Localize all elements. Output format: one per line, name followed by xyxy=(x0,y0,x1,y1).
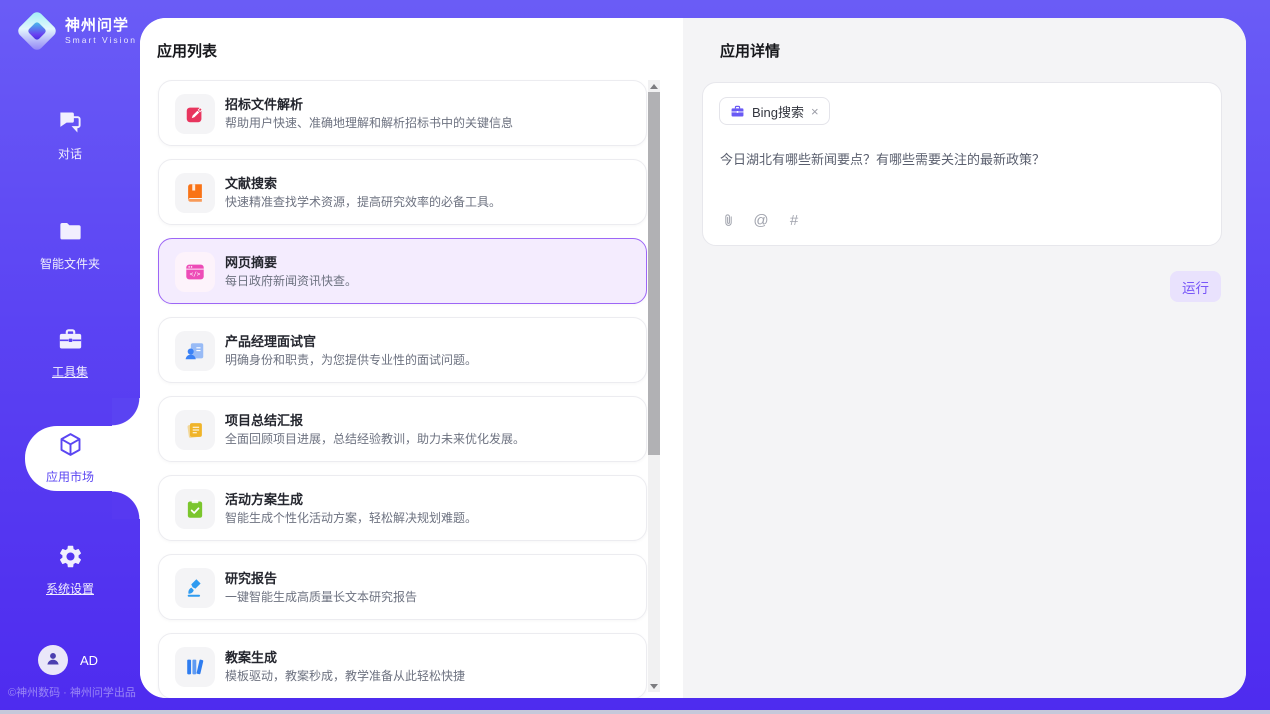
avatar xyxy=(38,645,68,675)
clipboard-check-icon xyxy=(175,489,215,529)
mention-icon[interactable]: @ xyxy=(753,211,769,229)
app-detail-title: 应用详情 xyxy=(720,40,780,61)
query-input[interactable]: 今日湖北有哪些新闻要点？有哪些需要关注的最新政策？ xyxy=(720,149,1206,168)
book-icon xyxy=(175,173,215,213)
app-card-活动方案生成[interactable]: 活动方案生成 智能生成个性化活动方案，轻松解决规划难题。 xyxy=(158,475,647,541)
app-card-产品经理面试官[interactable]: 产品经理面试官 明确身份和职责，为您提供专业性的面试问题。 xyxy=(158,317,647,383)
tool-chip-bing-search[interactable]: Bing搜索 × xyxy=(719,97,830,125)
toolbox-icon xyxy=(57,326,84,353)
scroll-down-arrow-icon[interactable] xyxy=(648,680,660,692)
copyright-footer: ©神州数码 · 神州问学出品 xyxy=(8,684,148,700)
app-detail-panel: 应用详情 Bing搜索 × 今日湖北有哪些新闻要点？有哪些需要关注的最新政策？ … xyxy=(683,18,1246,698)
books-icon xyxy=(175,647,215,687)
tool-chip-label: Bing搜索 xyxy=(752,102,804,121)
window-bottom-edge xyxy=(0,710,1270,714)
sidebar-item-智能文件夹[interactable]: 智能文件夹 xyxy=(0,218,140,272)
sidebar-item-对话[interactable]: 对话 xyxy=(0,108,140,162)
sidebar-item-应用市场[interactable]: 应用市场 xyxy=(0,431,140,485)
app-list-panel: 应用列表 招标文件解析 帮助用户快速、准确地理解和解析招标书中的关键信息 文献搜… xyxy=(140,18,683,698)
person-icon xyxy=(44,649,62,672)
app-card-项目总结汇报[interactable]: 项目总结汇报 全面回顾项目进展，总结经验教训，助力未来优化发展。 xyxy=(158,396,647,462)
sidebar-nav: 对话 智能文件夹 工具集 应用市场 系统设置 xyxy=(0,0,140,714)
app-list: 招标文件解析 帮助用户快速、准确地理解和解析招标书中的关键信息 文献搜索 快速精… xyxy=(158,80,647,698)
cube-icon xyxy=(57,431,84,458)
app-list-scrollbar[interactable] xyxy=(648,80,660,692)
hash-icon[interactable]: # xyxy=(786,211,802,229)
chip-close-icon[interactable]: × xyxy=(811,105,819,118)
notes-icon xyxy=(175,410,215,450)
gear-icon xyxy=(57,543,84,570)
user-account[interactable]: AD xyxy=(0,645,140,675)
svg-text:</>: </> xyxy=(190,271,201,278)
sidebar: 神州问学 Smart Vision 对话 智能文件夹 工具集 应用市场 系统设置… xyxy=(0,0,140,714)
folder-icon xyxy=(57,218,84,245)
app-card-研究报告[interactable]: 研究报告 一键智能生成高质量长文本研究报告 xyxy=(158,554,647,620)
briefcase-icon xyxy=(730,104,745,119)
attachment-icon[interactable] xyxy=(720,211,736,229)
scroll-up-arrow-icon[interactable] xyxy=(648,80,660,92)
research-icon xyxy=(175,568,215,608)
interviewer-icon xyxy=(175,331,215,371)
app-list-title: 应用列表 xyxy=(157,40,217,61)
sidebar-item-系统设置[interactable]: 系统设置 xyxy=(0,543,140,597)
edit-document-icon xyxy=(175,94,215,134)
app-card-网页摘要[interactable]: </> 网页摘要 每日政府新闻资讯快查。 xyxy=(158,238,647,304)
run-button[interactable]: 运行 xyxy=(1170,271,1221,302)
web-code-icon: </> xyxy=(175,252,215,292)
main-content: 应用列表 招标文件解析 帮助用户快速、准确地理解和解析招标书中的关键信息 文献搜… xyxy=(140,18,1246,698)
app-card-文献搜索[interactable]: 文献搜索 快速精准查找学术资源，提高研究效率的必备工具。 xyxy=(158,159,647,225)
app-card-教案生成[interactable]: 教案生成 模板驱动，教案秒成，教学准备从此轻松快捷 xyxy=(158,633,647,698)
prompt-card: Bing搜索 × 今日湖北有哪些新闻要点？有哪些需要关注的最新政策？ @# xyxy=(702,82,1222,246)
sidebar-item-工具集[interactable]: 工具集 xyxy=(0,326,140,380)
app-card-招标文件解析[interactable]: 招标文件解析 帮助用户快速、准确地理解和解析招标书中的关键信息 xyxy=(158,80,647,146)
chat-icon xyxy=(57,108,84,135)
composer-toolbar: @# xyxy=(720,211,802,229)
user-initials: AD xyxy=(80,653,98,668)
scrollbar-thumb[interactable] xyxy=(648,92,660,455)
